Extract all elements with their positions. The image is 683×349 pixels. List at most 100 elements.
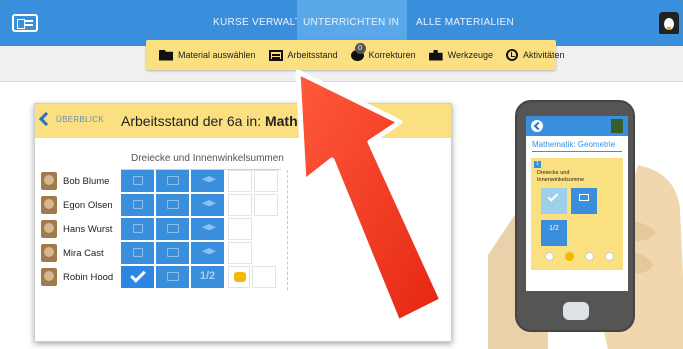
graduation-cap-icon <box>202 248 216 255</box>
back-label: ÜBERBLICK <box>56 114 105 124</box>
empty-cell <box>254 170 278 192</box>
student-row: Bob Blume <box>41 169 125 193</box>
phone-title: Mathematik: Geometrie <box>532 140 622 152</box>
title-subject: Mathemati <box>264 113 335 129</box>
student-row: Hans Wurst <box>41 217 125 241</box>
subnav-korrekturen[interactable]: 0 Korrekturen <box>350 42 416 61</box>
thumbs-down-icon[interactable] <box>544 251 554 261</box>
progress-cell-laptop[interactable] <box>156 194 189 216</box>
phone-tile-done[interactable] <box>541 188 567 214</box>
empty-cell <box>228 242 252 264</box>
progress-cells <box>121 194 278 216</box>
user-avatar[interactable] <box>659 12 679 34</box>
phone-tile-laptop[interactable] <box>571 188 597 214</box>
progress-cell-doc[interactable] <box>121 218 154 240</box>
progress-cell-fraction[interactable]: 1/2 <box>191 266 224 288</box>
document-icon <box>133 224 143 233</box>
graduation-cap-icon <box>202 224 216 231</box>
student-row: Robin Hood <box>41 265 125 289</box>
subnav-material-auswaehlen[interactable]: Material auswählen <box>159 49 256 61</box>
empty-cell <box>228 194 252 216</box>
phone-task-card[interactable]: 1 Dreiecke und Innenwinkelsumme 1/2 <box>531 158 623 270</box>
progress-cell-hat[interactable] <box>191 170 224 192</box>
home-button[interactable] <box>563 302 589 320</box>
laptop-icon <box>167 248 179 257</box>
student-name: Mira Cast <box>63 247 104 259</box>
chevron-left-icon <box>38 111 54 127</box>
puzzle-icon <box>428 49 443 61</box>
progress-cell-laptop[interactable] <box>156 218 189 240</box>
thumbs-up-icon[interactable] <box>584 251 594 261</box>
laptop-icon <box>167 224 179 233</box>
progress-cell-hat[interactable] <box>191 218 224 240</box>
phone-header <box>526 116 628 136</box>
student-row: Mira Cast <box>41 241 125 265</box>
subnav-aktivitaeten[interactable]: Aktivitäten <box>505 49 565 61</box>
subnav-label: Aktivitäten <box>522 50 565 60</box>
phone-tile-fraction[interactable]: 1/2 <box>541 220 567 246</box>
graduation-cap-icon <box>202 200 216 207</box>
laptop-icon <box>167 272 179 281</box>
progress-cells: 1/2 <box>121 266 276 288</box>
subnav-label: Werkzeuge <box>447 50 493 60</box>
student-avatar <box>41 196 57 214</box>
check-icon <box>547 191 559 202</box>
subnav-werkzeuge[interactable]: Werkzeuge <box>428 49 493 61</box>
empty-cell <box>252 266 276 288</box>
history-icon <box>505 49 518 61</box>
document-icon <box>133 176 143 185</box>
student-avatar <box>41 268 57 286</box>
student-name: Robin Hood <box>63 271 114 283</box>
raised-hand-icon[interactable] <box>564 251 574 261</box>
empty-cell <box>228 170 252 192</box>
phone-back-button[interactable] <box>531 120 543 132</box>
back-button[interactable]: ÜBERBLICK <box>38 111 105 127</box>
student-avatar <box>41 220 57 238</box>
subnav-label: Material auswählen <box>178 50 256 60</box>
progress-cells <box>121 242 252 264</box>
fraction-label: 1/2 <box>549 225 559 232</box>
raised-hand-icon[interactable] <box>228 266 250 288</box>
progress-cell-hat[interactable] <box>191 194 224 216</box>
laptop-icon <box>579 194 589 201</box>
folder-icon <box>159 49 173 61</box>
page-title: Arbeitsstand der 6a in: Mathemati <box>121 113 334 129</box>
laptop-icon <box>167 200 179 209</box>
id-card-icon[interactable] <box>12 14 38 32</box>
progress-cell-done[interactable] <box>121 266 154 288</box>
subnav-toolbar: Material auswählen Arbeitsstand 0 Korrek… <box>146 40 565 70</box>
student-name: Bob Blume <box>63 175 110 187</box>
arbeitsstand-window: ÜBERBLICK Arbeitsstand der 6a in: Mathem… <box>34 103 452 342</box>
progress-cells <box>121 218 252 240</box>
progress-cell-doc[interactable] <box>121 194 154 216</box>
board-icon <box>268 49 283 61</box>
comment-icon[interactable] <box>604 251 614 261</box>
smartphone: Mathematik: Geometrie 1 Dreiecke und Inn… <box>515 100 635 332</box>
progress-cell-hat[interactable] <box>191 242 224 264</box>
window-header: ÜBERBLICK Arbeitsstand der 6a in: Mathem… <box>35 104 451 138</box>
title-prefix: Arbeitsstand der 6a in: <box>121 113 265 129</box>
student-avatar <box>41 244 57 262</box>
subnav-label: Korrekturen <box>368 50 416 60</box>
korrekturen-badge: 0 <box>354 42 366 54</box>
subnav-arbeitsstand[interactable]: Arbeitsstand <box>268 49 338 61</box>
progress-cell-doc[interactable] <box>121 242 154 264</box>
progress-cell-laptop[interactable] <box>156 266 189 288</box>
phone-screen: Mathematik: Geometrie 1 Dreiecke und Inn… <box>526 116 628 291</box>
comment-icon: 0 <box>350 42 366 61</box>
reaction-row <box>539 250 619 262</box>
progress-cell-laptop[interactable] <box>156 242 189 264</box>
phone-avatar[interactable] <box>611 119 623 133</box>
document-icon <box>133 200 143 209</box>
subnav-label: Arbeitsstand <box>287 50 338 60</box>
laptop-icon <box>167 176 179 185</box>
student-row: Egon Olsen <box>41 193 125 217</box>
column-header: Dreiecke und Innenwinkelsummen <box>131 153 284 164</box>
document-icon <box>133 248 143 257</box>
empty-cell <box>228 218 252 240</box>
empty-cell <box>254 194 278 216</box>
student-name: Hans Wurst <box>63 223 113 235</box>
check-icon <box>130 267 146 283</box>
progress-cell-doc[interactable] <box>121 170 154 192</box>
progress-cell-laptop[interactable] <box>156 170 189 192</box>
